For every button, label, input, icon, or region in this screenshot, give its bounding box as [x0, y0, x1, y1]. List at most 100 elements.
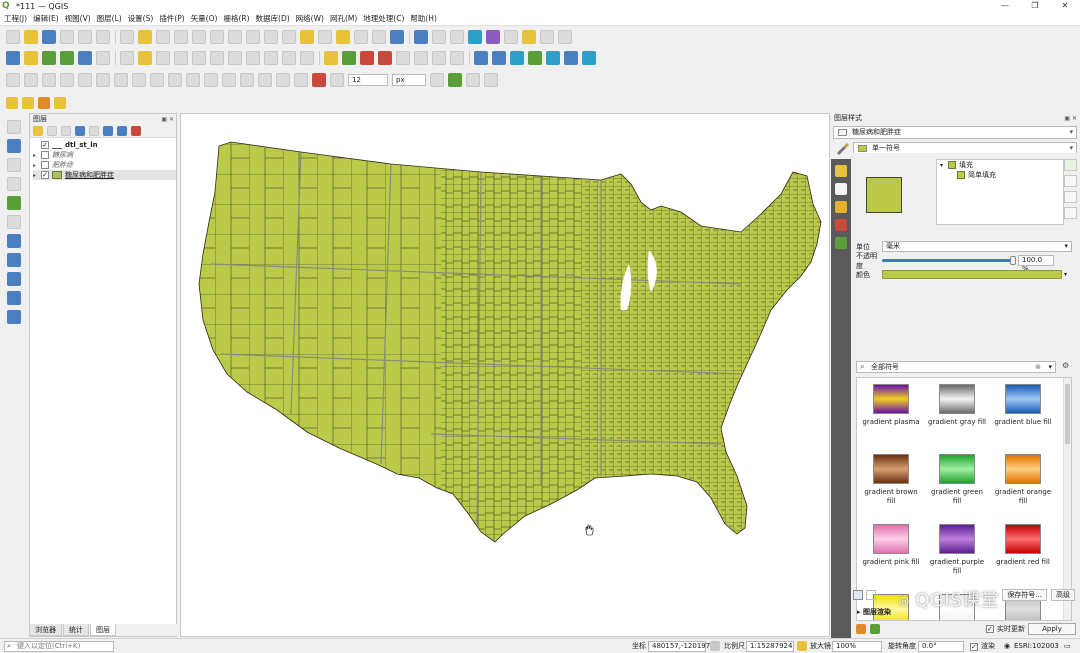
label-change-icon[interactable]	[432, 51, 446, 65]
map-tips-icon[interactable]	[522, 30, 536, 44]
expand-all-icon[interactable]	[103, 125, 113, 136]
layer-visibility-checkbox[interactable]: ✓	[41, 141, 49, 149]
zoom-full-icon[interactable]	[192, 30, 206, 44]
menu-edit[interactable]: 编辑(E)	[33, 13, 59, 24]
add-symbol-layer-icon[interactable]	[1064, 159, 1077, 171]
symbology-tab-icon[interactable]	[835, 165, 847, 177]
geoprocessing-icon[interactable]	[492, 51, 506, 65]
undo-style-icon[interactable]	[856, 624, 866, 634]
history-tab-icon[interactable]	[835, 237, 847, 249]
panel-float-close-icon[interactable]: ▣ ✕	[161, 115, 174, 125]
symbol-gallery-item[interactable]: gradient green fill	[927, 454, 987, 506]
opacity-slider-handle[interactable]	[1010, 256, 1016, 265]
chevron-down-icon[interactable]: ▾	[1048, 362, 1052, 372]
add-ring-icon[interactable]	[78, 73, 92, 87]
add-wcs-icon[interactable]	[7, 291, 21, 305]
copy-features-icon[interactable]	[246, 51, 260, 65]
help-book-icon[interactable]	[564, 51, 578, 65]
open-project-icon[interactable]	[24, 30, 38, 44]
intersection-icon[interactable]	[448, 73, 462, 87]
add-raster-layer-icon[interactable]	[42, 51, 56, 65]
map-canvas[interactable]	[180, 113, 830, 637]
expand-arrow-icon[interactable]: ▸	[33, 162, 41, 169]
temporal-icon[interactable]	[372, 30, 386, 44]
vertex-tool-icon[interactable]	[192, 51, 206, 65]
opacity-spinbox[interactable]: 100.0 %	[1018, 255, 1054, 273]
current-edits-icon[interactable]	[120, 51, 134, 65]
label-pin-icon[interactable]	[360, 51, 374, 65]
save-as-icon[interactable]	[60, 30, 74, 44]
tracing-icon[interactable]	[330, 73, 344, 87]
advanced-button[interactable]: 高级	[1051, 589, 1075, 601]
collapse-arrow-icon[interactable]: ▾	[940, 162, 948, 169]
symbol-gallery-item[interactable]: gradient orange fill	[993, 454, 1053, 506]
select-by-expression-icon[interactable]	[54, 97, 66, 109]
attribute-table-icon[interactable]	[432, 30, 446, 44]
remove-symbol-layer-icon[interactable]	[1064, 175, 1077, 187]
add-wfs-icon[interactable]	[7, 310, 21, 324]
python-icon[interactable]	[528, 51, 542, 65]
new-project-icon[interactable]	[6, 30, 20, 44]
cross-icon[interactable]	[466, 73, 480, 87]
coordinate-field[interactable]: 480157,-1201973	[648, 641, 715, 652]
statistics-sigma-icon[interactable]	[486, 30, 500, 44]
menu-layer[interactable]: 图层(L)	[97, 13, 122, 24]
field-calculator-icon[interactable]	[450, 30, 464, 44]
unit-select[interactable]: 毫米 ▾	[882, 241, 1072, 252]
duplicate-symbol-layer-icon[interactable]	[1064, 207, 1077, 219]
label-rotate-icon[interactable]	[414, 51, 428, 65]
diagrams-tab-icon[interactable]	[835, 219, 847, 231]
add-mesh-layer-icon[interactable]	[7, 158, 21, 172]
rotate-feature-icon[interactable]	[42, 73, 56, 87]
zoom-in-icon[interactable]	[156, 30, 170, 44]
tab-statistics[interactable]: 统计	[63, 624, 89, 636]
layer-item[interactable]: ✓ dtl_st_ln	[33, 140, 176, 150]
add-vector-layer-icon[interactable]	[24, 51, 38, 65]
symbol-search-field[interactable]: ⌕ 全部符号 ⊗ ▾	[856, 361, 1056, 373]
new-print-layout-icon[interactable]	[78, 30, 92, 44]
toggle-editing-icon[interactable]	[138, 51, 152, 65]
add-wms-icon[interactable]	[7, 272, 21, 286]
style-manager-icon[interactable]: ⚙	[1062, 361, 1074, 373]
magnet-icon[interactable]	[312, 73, 326, 87]
us-counties-map[interactable]	[181, 114, 831, 638]
split-parts-icon[interactable]	[222, 73, 236, 87]
zoom-next-icon[interactable]	[282, 30, 296, 44]
layer-visibility-checkbox[interactable]: ✓	[41, 171, 49, 179]
paste-features-icon[interactable]	[264, 51, 278, 65]
delete-selected-icon[interactable]	[210, 51, 224, 65]
search-plugin-icon[interactable]	[510, 51, 524, 65]
scale-field[interactable]: 1:15287924	[746, 641, 794, 652]
add-wfs-icon[interactable]	[96, 51, 110, 65]
menu-settings[interactable]: 设置(S)	[128, 13, 154, 24]
symbol-child-row[interactable]: 简单填充	[937, 170, 1063, 180]
menu-plugins[interactable]: 插件(P)	[159, 13, 184, 24]
redo-style-icon[interactable]	[870, 624, 880, 634]
icon-view-icon[interactable]	[853, 590, 863, 600]
apply-button[interactable]: Apply	[1028, 623, 1076, 635]
filter-legend-icon[interactable]	[75, 125, 85, 136]
label-move-icon[interactable]	[396, 51, 410, 65]
add-wms-icon[interactable]	[78, 51, 92, 65]
layer-item[interactable]: ▸ 肥胖症	[33, 160, 176, 170]
save-edits-icon[interactable]	[156, 51, 170, 65]
lock-color-icon[interactable]	[1064, 191, 1077, 203]
zoom-out-icon[interactable]	[174, 30, 188, 44]
undo-icon[interactable]	[282, 51, 296, 65]
layer-rendering-section[interactable]: ▸ 图层渲染	[857, 607, 891, 617]
tab-layers[interactable]: 图层	[90, 624, 116, 636]
manage-map-themes-icon[interactable]	[61, 125, 71, 136]
layer-visibility-checkbox[interactable]	[41, 161, 49, 169]
delete-part-icon[interactable]	[150, 73, 164, 87]
messages-icon[interactable]: ▭	[1064, 641, 1071, 652]
zoom-layer-icon[interactable]	[228, 30, 242, 44]
expand-arrow-icon[interactable]: ▸	[33, 172, 41, 179]
add-mesh-layer-icon[interactable]	[60, 51, 74, 65]
symbol-gallery-item[interactable]: gradient red fill	[993, 524, 1053, 567]
reshape-icon[interactable]	[168, 73, 182, 87]
expand-arrow-icon[interactable]: ▸	[33, 152, 41, 159]
menu-mesh[interactable]: 网孔(M)	[330, 13, 357, 24]
self-snap-icon[interactable]	[484, 73, 498, 87]
topology-icon[interactable]	[430, 73, 444, 87]
cut-features-icon[interactable]	[228, 51, 242, 65]
